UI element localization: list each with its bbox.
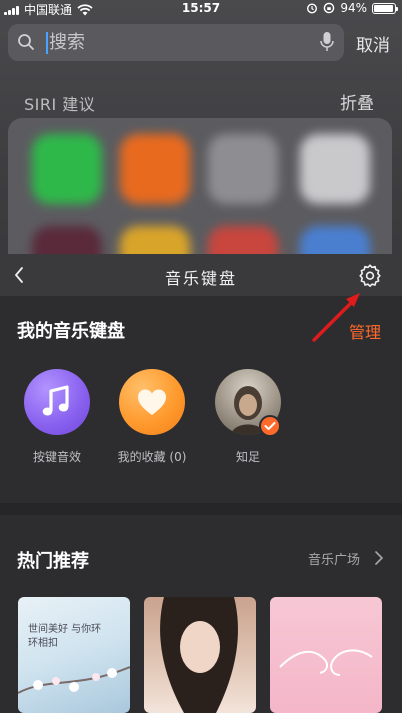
hot-recommend-title: 热门推荐	[17, 551, 89, 572]
annotation-arrow-icon	[312, 293, 360, 342]
keyboard-title: 音乐键盘	[164, 269, 237, 288]
text-cursor	[46, 32, 48, 54]
hands-drawing-image	[279, 649, 373, 676]
siri-suggestions-panel	[8, 118, 392, 258]
search-bar[interactable]: 搜索	[8, 24, 344, 61]
status-bar: 中国联通 15:57 94%	[0, 0, 402, 18]
app-suggestion[interactable]	[32, 134, 102, 204]
app-suggestion[interactable]	[120, 134, 190, 204]
app-suggestion[interactable]	[208, 134, 278, 204]
blossom-branch-image	[18, 666, 130, 694]
section-divider	[0, 503, 402, 515]
status-right: 94%	[306, 1, 398, 15]
my-keyboard-title: 我的音乐键盘	[17, 321, 125, 342]
zhizu-label: 知足	[235, 450, 260, 464]
favorites-label: 我的收藏 (0)	[117, 450, 187, 464]
keypress-sound-item[interactable]: 按键音效	[12, 369, 102, 465]
cancel-button[interactable]: 取消	[356, 31, 390, 56]
fold-button[interactable]: 折叠	[340, 89, 374, 114]
settings-gear-icon[interactable]	[358, 263, 382, 287]
music-plaza-link[interactable]: 音乐广场	[308, 549, 360, 568]
alarm-icon	[307, 3, 318, 14]
card-caption: 世间美好 与你环环相扣	[28, 624, 102, 649]
search-icon	[18, 34, 34, 50]
portrait-image	[160, 597, 238, 713]
zhizu-item[interactable]: 知足	[203, 369, 293, 465]
recommend-card[interactable]: 世间美好 与你环环相扣	[18, 597, 130, 713]
recommend-card[interactable]	[270, 597, 382, 713]
battery-fill	[374, 4, 393, 12]
recommend-card[interactable]	[144, 597, 256, 713]
favorites-item[interactable]: 我的收藏 (0)	[107, 369, 197, 465]
chevron-right-icon[interactable]	[374, 550, 384, 566]
microphone-icon[interactable]	[320, 31, 334, 53]
battery-icon	[372, 2, 398, 14]
battery-percent: 94%	[340, 1, 367, 15]
keypress-sound-label: 按键音效	[32, 450, 81, 464]
rotation-lock-icon	[324, 2, 335, 14]
selected-check-icon	[259, 415, 281, 437]
siri-suggestions-title: SIRI 建议	[24, 95, 96, 114]
keypress-sound-circle	[24, 369, 90, 435]
heart-icon	[138, 389, 166, 415]
search-input[interactable]: 搜索	[49, 30, 85, 55]
app-suggestion[interactable]	[300, 134, 370, 204]
favorites-circle	[119, 369, 185, 435]
music-note-icon	[42, 385, 69, 416]
